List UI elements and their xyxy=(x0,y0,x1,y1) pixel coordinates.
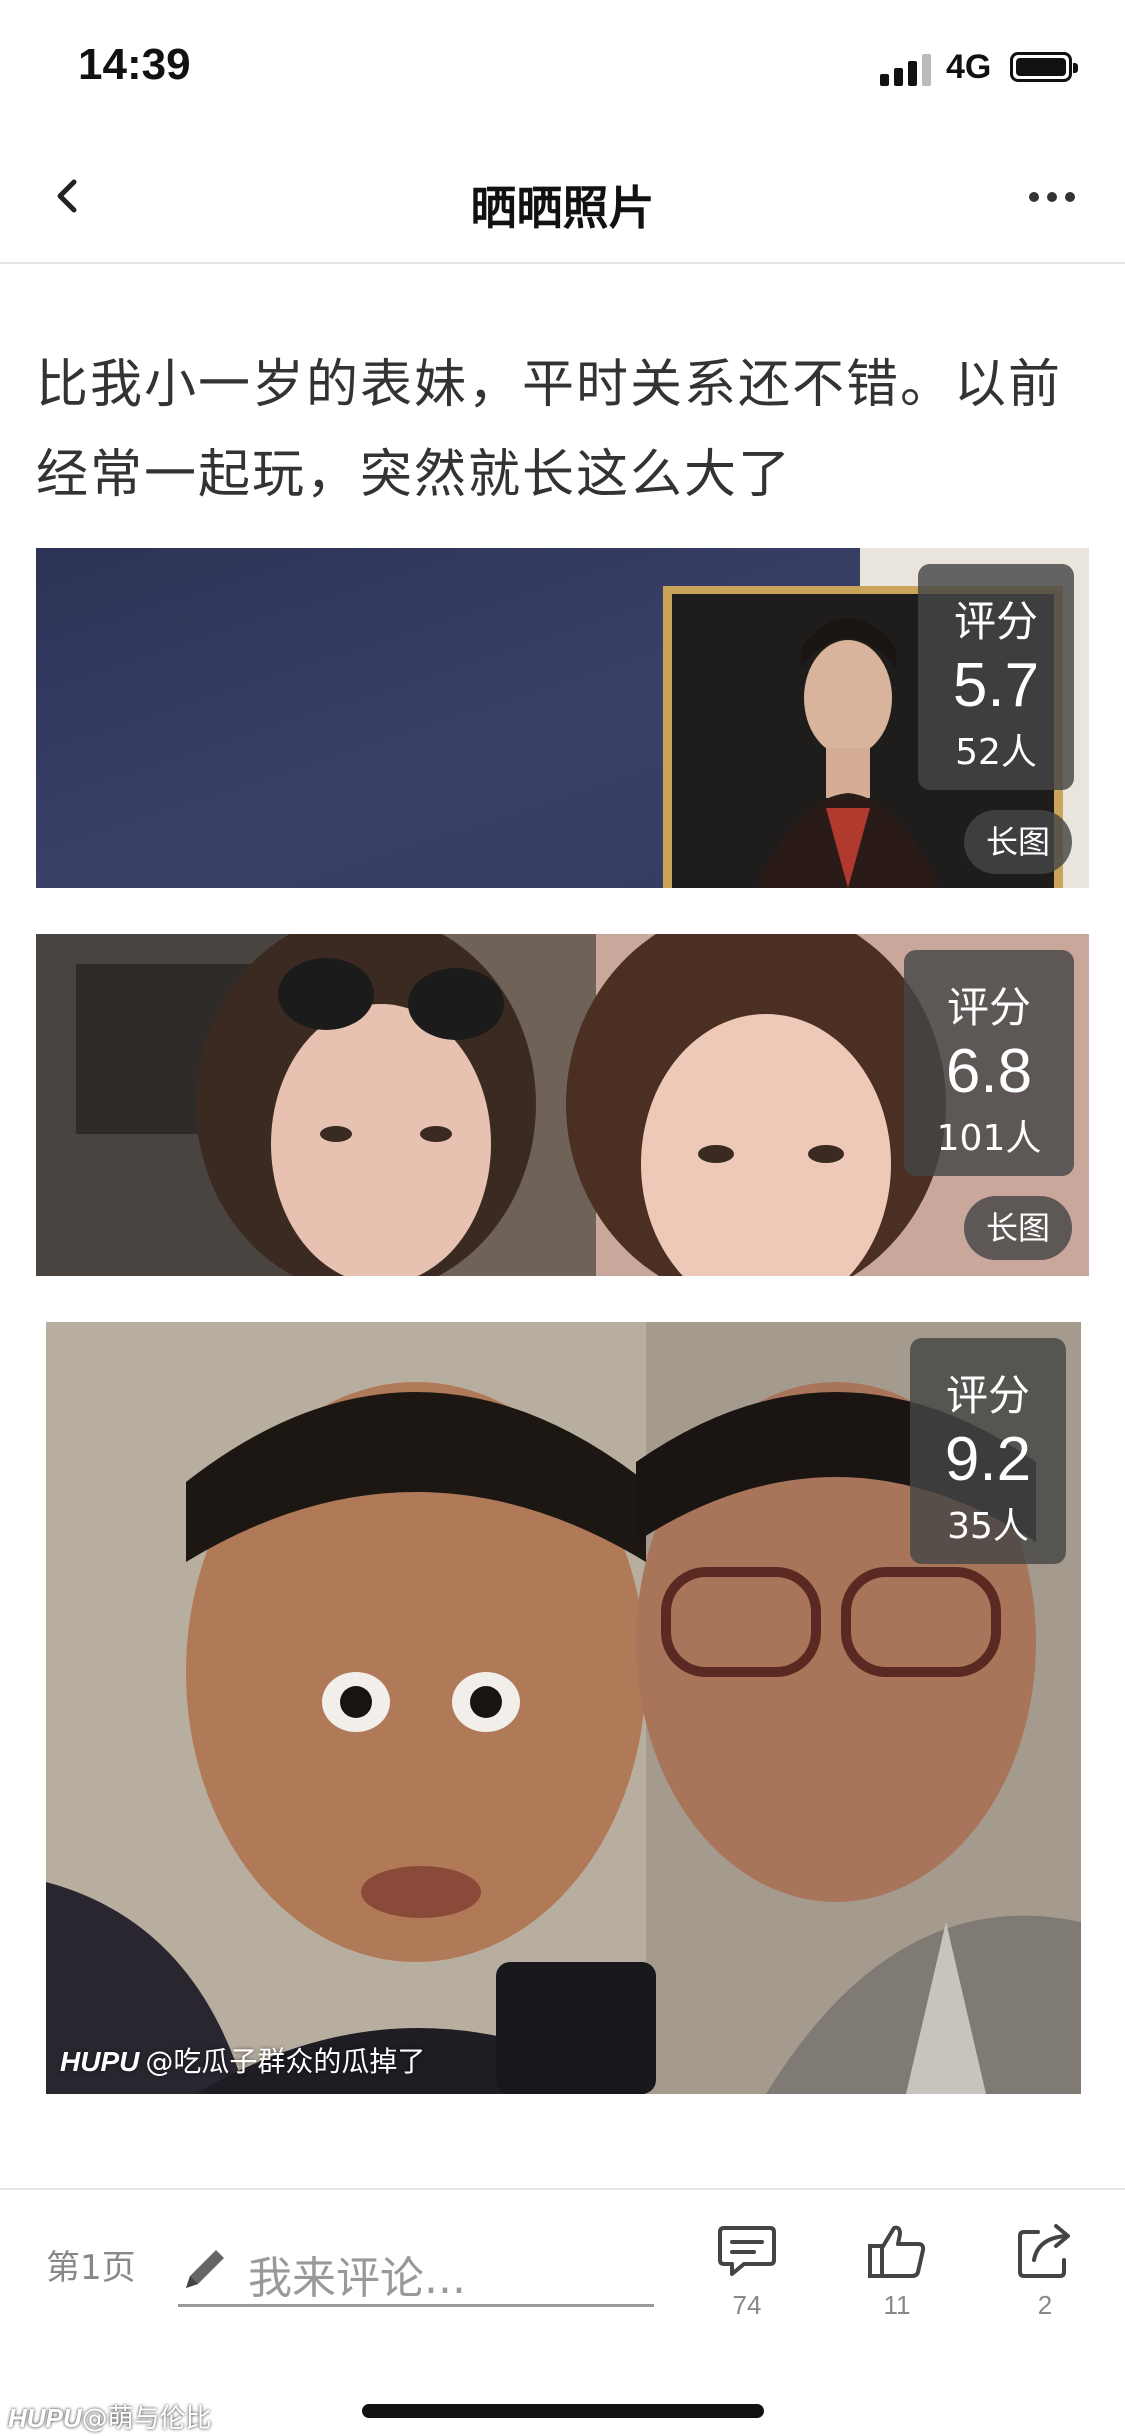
post-text: 比我小一岁的表妹，平时关系还不错。以前经常一起玩，突然就长这么大了 xyxy=(36,355,1063,505)
rating-badge: 评分 5.7 52人 xyxy=(918,564,1074,790)
watermark-text: @吃瓜子群众的瓜掉了 xyxy=(145,2045,426,2078)
rating-score: 5.7 xyxy=(952,651,1040,720)
network-type: 4G xyxy=(946,48,992,86)
rating-badge: 评分 6.8 101人 xyxy=(904,950,1074,1176)
nav-bar: 晒晒照片 xyxy=(0,132,1125,264)
pencil-icon xyxy=(186,2250,224,2288)
long-image-tag: 长图 xyxy=(964,810,1072,874)
photo-3[interactable]: 评分 9.2 35人 HUPU @吃瓜子群众的瓜掉了 xyxy=(46,1322,1081,2094)
rating-label: 评分 xyxy=(946,983,1031,1032)
page-title: 晒晒照片 xyxy=(470,181,655,235)
comment-placeholder: 我来评论... xyxy=(248,2253,466,2304)
footer-brand: HUPU xyxy=(8,2403,82,2433)
rating-label: 评分 xyxy=(953,597,1038,646)
status-time: 14:39 xyxy=(78,40,191,89)
page-indicator[interactable]: 第1页 xyxy=(46,2240,136,2289)
rating-count: 52人 xyxy=(955,732,1037,773)
signal-icon xyxy=(880,52,934,86)
more-dots-icon xyxy=(1029,192,1075,202)
thumbs-up-icon xyxy=(868,2225,926,2278)
rating-score: 6.8 xyxy=(945,1037,1033,1106)
battery-icon xyxy=(1010,52,1078,82)
rating-score: 9.2 xyxy=(944,1425,1032,1494)
watermark-brand: HUPU xyxy=(60,2046,140,2077)
comments-button[interactable]: 74 xyxy=(702,2220,792,2321)
like-button[interactable]: 11 xyxy=(852,2220,942,2321)
comments-count: 74 xyxy=(732,2290,762,2320)
photo-1[interactable]: 评分 5.7 52人 长图 xyxy=(36,548,1089,888)
comment-bubble-icon xyxy=(718,2226,776,2276)
photo-2[interactable]: 评分 6.8 101人 长图 xyxy=(36,934,1089,1276)
share-button[interactable]: 2 xyxy=(1000,2220,1090,2321)
status-bar: 14:39 4G xyxy=(0,0,1125,132)
rating-count: 35人 xyxy=(947,1506,1029,1547)
footer-watermark: HUPU@萌与伦比 xyxy=(8,2398,212,2435)
long-image-tag: 长图 xyxy=(964,1196,1072,1260)
more-button[interactable] xyxy=(1020,172,1084,222)
comment-input[interactable]: 我来评论... xyxy=(178,2234,654,2307)
footer-user: @萌与伦比 xyxy=(81,2404,212,2434)
image-watermark: HUPU @吃瓜子群众的瓜掉了 xyxy=(60,2040,425,2080)
rating-label: 评分 xyxy=(945,1371,1030,1420)
share-icon xyxy=(1018,2224,1070,2278)
rating-badge: 评分 9.2 35人 xyxy=(910,1338,1066,1564)
likes-count: 11 xyxy=(883,2290,911,2320)
bottom-toolbar: 第1页 我来评论... 74 11 2 HUPU@萌与伦比 xyxy=(0,2188,1125,2436)
shares-count: 2 xyxy=(1037,2290,1053,2320)
rating-count: 101人 xyxy=(936,1118,1042,1159)
home-indicator[interactable] xyxy=(362,2404,764,2418)
